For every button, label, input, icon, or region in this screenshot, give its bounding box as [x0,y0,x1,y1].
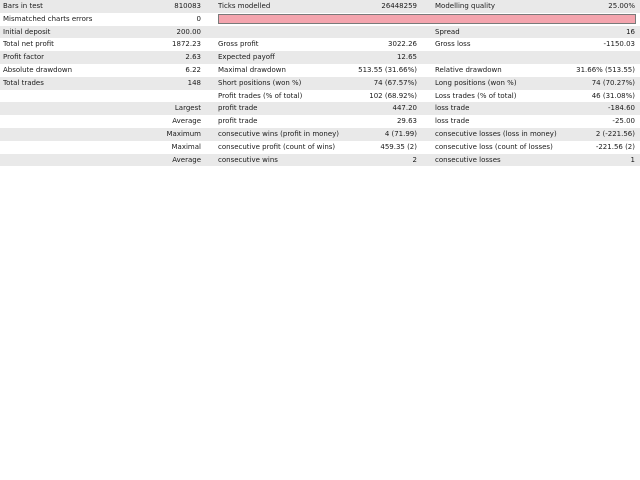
average-loss-trade-value: -25.00 [612,117,635,126]
report-row-maximal: Maximal consecutive profit (count of win… [0,141,640,154]
average-consecutive-losses-value: 1 [630,155,635,164]
expected-payoff-value: 12.65 [396,53,417,62]
initial-deposit-label: Initial deposit [3,27,51,36]
profit-factor-value: 2.63 [185,53,201,62]
average-profit-trade-value: 29.63 [396,117,417,126]
total-trades-label: Total trades [3,78,44,87]
maximal-consecutive-profit-value: 459.35 (2) [380,142,417,151]
total-net-profit-value: 1872.23 [172,40,201,49]
report-row-mismatched: Mismatched charts errors 0 [0,13,640,26]
largest-profit-trade-value: 447.20 [392,104,418,113]
report-row-profit-factor: Profit factor 2.63 Expected payoff 12.65 [0,51,640,64]
strategy-tester-report: Bars in test 810083 Ticks modelled 26448… [0,0,640,167]
spread-value: 16 [626,27,635,36]
maximum-label: Maximum [166,129,202,138]
report-row-largest: Largest profit trade 447.20 loss trade -… [0,102,640,116]
maximal-drawdown-value: 513.55 (31.66%) [358,65,417,74]
maximal-consecutive-loss-value: -221.56 (2) [595,142,635,151]
report-row-total-trades: Total trades 148 Short positions (won %)… [0,76,640,90]
total-net-profit-label: Total net profit [3,40,54,49]
relative-drawdown-value: 31.66% (513.55) [576,65,635,74]
max-consecutive-wins-value: 4 (71.99) [384,129,417,138]
max-consecutive-losses-value: 2 (-221.56) [595,129,635,138]
loss-trades-value: 46 (31.08%) [591,91,635,100]
report-row-net-profit: Total net profit 1872.23 Gross profit 30… [0,38,640,51]
largest-loss-trade-value: -184.60 [607,104,635,113]
report-row-bars: Bars in test 810083 Ticks modelled 26448… [0,0,640,13]
absolute-drawdown-label: Absolute drawdown [3,65,73,74]
initial-deposit-value: 200.00 [176,27,202,36]
average-label: Average [172,117,201,126]
report-row-average-consecutive: Average consecutive wins 2 consecutive l… [0,153,640,167]
bars-in-test-value: 810083 [174,2,201,10]
average-consecutive-label: Average [172,155,201,164]
modelling-quality-bar [218,14,636,24]
mismatched-errors-value: 0 [196,14,201,23]
profit-factor-label: Profit factor [3,53,44,62]
gross-loss-value: -1150.03 [603,40,635,49]
report-row-drawdown: Absolute drawdown 6.22 Maximal drawdown … [0,64,640,77]
short-positions-value: 74 (67.57%) [373,78,417,87]
largest-label: Largest [174,104,201,113]
report-row-average: Average profit trade 29.63 loss trade -2… [0,115,640,128]
ticks-modelled-value: 26448259 [381,2,417,10]
maximal-label: Maximal [171,142,201,151]
mismatched-errors-label: Mismatched charts errors [3,14,93,23]
gross-profit-value: 3022.26 [388,40,417,49]
long-positions-value: 74 (70.27%) [591,78,635,87]
profit-trades-value: 102 (68.92%) [369,91,417,100]
bars-in-test-label: Bars in test [3,2,43,10]
report-row-deposit: Initial deposit 200.00 Spread 16 [0,25,640,39]
absolute-drawdown-value: 6.22 [185,65,201,74]
report-row-maximum: Maximum consecutive wins (profit in mone… [0,127,640,141]
modelling-quality-value: 25.00% [608,2,635,10]
total-trades-value: 148 [187,78,201,87]
report-row-profit-trades: Profit trades (% of total) 102 (68.92%) … [0,90,640,103]
average-consecutive-wins-value: 2 [412,155,417,164]
